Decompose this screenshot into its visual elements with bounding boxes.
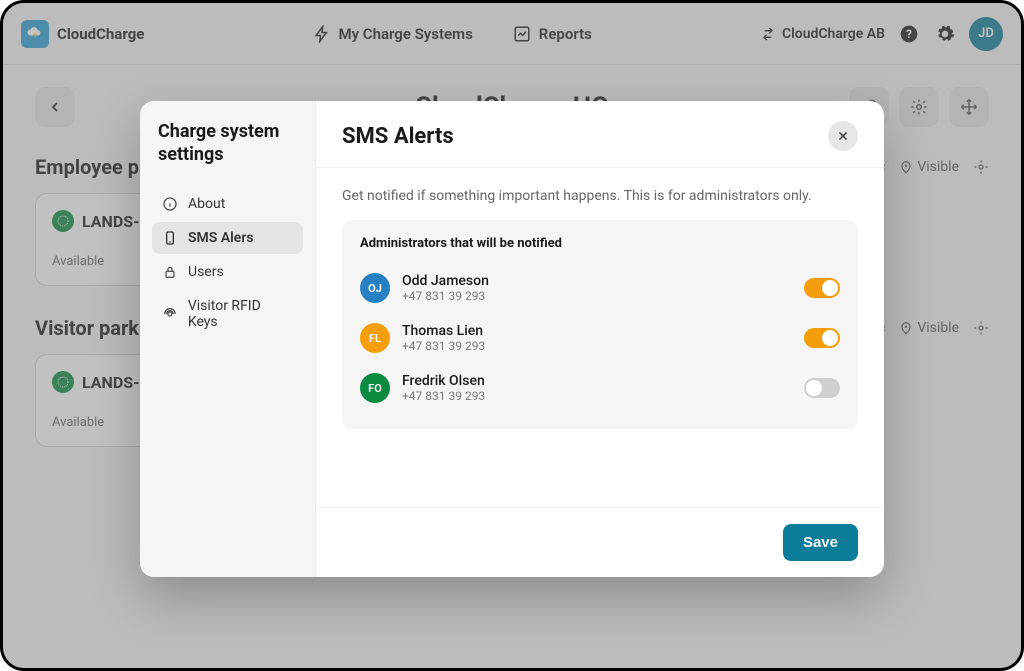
- modal-header: SMS Alerts: [316, 101, 884, 168]
- notify-toggle[interactable]: [804, 278, 840, 298]
- admin-panel: Administrators that will be notified OJO…: [342, 220, 858, 429]
- sidebar-item-label: About: [188, 196, 225, 212]
- admin-row: FL Thomas Lien+47 831 39 293: [360, 313, 840, 363]
- rfid-icon: [162, 306, 178, 322]
- notify-toggle[interactable]: [804, 378, 840, 398]
- admin-info: Odd Jameson+47 831 39 293: [402, 273, 792, 303]
- sidebar-item-users[interactable]: Users: [152, 256, 303, 288]
- admin-phone: +47 831 39 293: [402, 289, 792, 303]
- modal-title: SMS Alerts: [342, 124, 454, 149]
- sidebar-item-rfid[interactable]: Visitor RFID Keys: [152, 290, 303, 338]
- modal-main: SMS Alerts Get notified if something imp…: [316, 101, 884, 577]
- sidebar-item-label: SMS Alers: [188, 230, 254, 246]
- modal-body: Get notified if something important happ…: [316, 168, 884, 507]
- modal-overlay[interactable]: Charge system settings About SMS Alers U…: [3, 3, 1021, 668]
- admin-name: Thomas Lien: [402, 323, 792, 339]
- admin-name: Fredrik Olsen: [402, 373, 792, 389]
- sidebar-list: About SMS Alers Users Visitor RFID Keys: [152, 188, 303, 338]
- admin-avatar: FO: [360, 373, 390, 403]
- close-button[interactable]: [828, 121, 858, 151]
- save-button[interactable]: Save: [783, 524, 858, 561]
- admin-info: Fredrik Olsen+47 831 39 293: [402, 373, 792, 403]
- phone-icon: [162, 230, 178, 246]
- modal-sidebar-title: Charge system settings: [152, 121, 303, 166]
- sidebar-item-label: Visitor RFID Keys: [188, 298, 293, 330]
- admin-name: Odd Jameson: [402, 273, 792, 289]
- sidebar-item-label: Users: [188, 264, 224, 280]
- admin-avatar: OJ: [360, 273, 390, 303]
- sidebar-item-about[interactable]: About: [152, 188, 303, 220]
- admin-row: OJ Odd Jameson+47 831 39 293: [360, 263, 840, 313]
- notify-toggle[interactable]: [804, 328, 840, 348]
- admin-info: Thomas Lien+47 831 39 293: [402, 323, 792, 353]
- info-icon: [162, 196, 178, 212]
- sidebar-item-sms-alerts[interactable]: SMS Alers: [152, 222, 303, 254]
- admin-phone: +47 831 39 293: [402, 339, 792, 353]
- settings-modal: Charge system settings About SMS Alers U…: [140, 101, 884, 577]
- admin-panel-title: Administrators that will be notified: [360, 236, 840, 251]
- admin-avatar: FL: [360, 323, 390, 353]
- modal-description: Get notified if something important happ…: [342, 188, 858, 204]
- admin-phone: +47 831 39 293: [402, 389, 792, 403]
- lock-icon: [162, 264, 178, 280]
- modal-footer: Save: [316, 507, 884, 577]
- close-icon: [836, 129, 850, 143]
- modal-sidebar: Charge system settings About SMS Alers U…: [140, 101, 316, 577]
- admin-row: FO Fredrik Olsen+47 831 39 293: [360, 363, 840, 413]
